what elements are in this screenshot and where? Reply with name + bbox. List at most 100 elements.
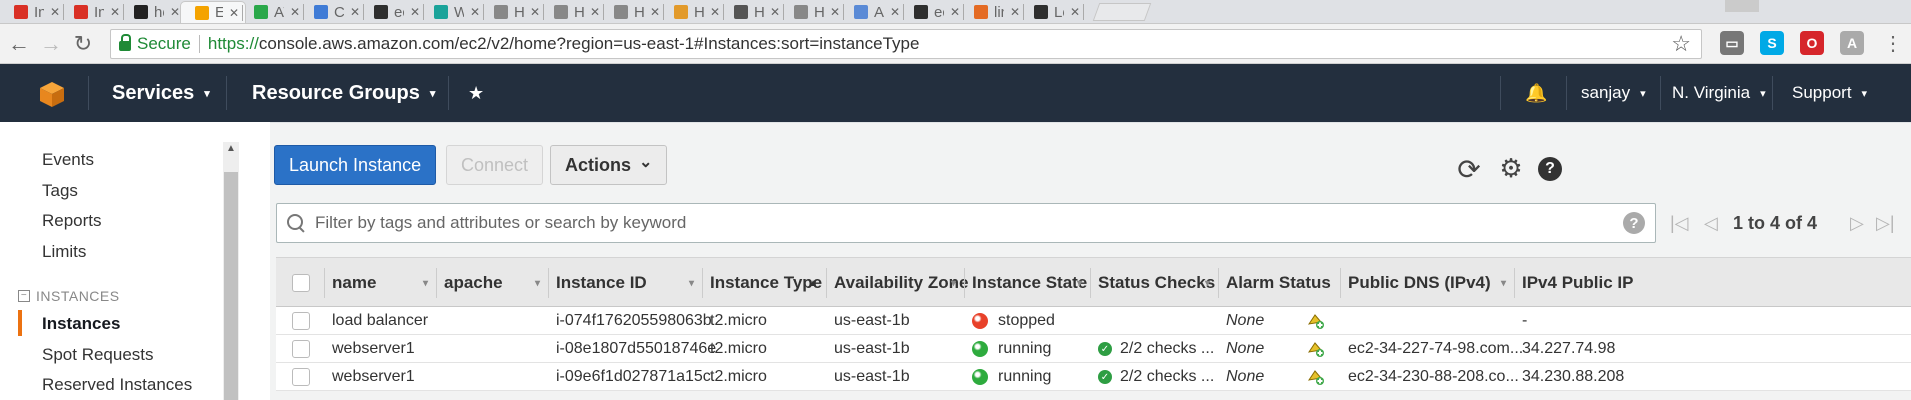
create-alarm-icon[interactable] <box>1306 311 1326 331</box>
close-tab-icon[interactable]: ✕ <box>530 5 540 19</box>
column-header-instance-type[interactable]: Instance Type ▲ <box>702 258 826 308</box>
close-tab-icon[interactable]: ✕ <box>290 5 300 19</box>
aws-logo-icon[interactable] <box>38 80 66 108</box>
browser-tab[interactable]: Lo ✕ <box>1020 1 1086 23</box>
filter-search-box[interactable]: ? <box>276 203 1656 243</box>
close-tab-icon[interactable]: ✕ <box>110 5 120 19</box>
table-row[interactable]: webserver1 i-08e1807d55018746e t2.micro us-… <box>276 335 1911 363</box>
close-tab-icon[interactable]: ✕ <box>229 6 239 20</box>
column-header-public-dns[interactable]: Public DNS (IPv4) ▾ <box>1340 258 1514 308</box>
opera-icon[interactable]: O <box>1800 31 1824 55</box>
browser-tab[interactable]: ec ✕ <box>360 1 426 23</box>
browser-tab[interactable]: Inbox ✕ <box>60 1 126 23</box>
browser-tab[interactable]: AWS ✕ <box>240 1 306 23</box>
user-menu[interactable]: sanjay ▾ <box>1581 64 1646 122</box>
close-tab-icon[interactable]: ✕ <box>770 5 780 19</box>
bell-icon[interactable]: 🔔 <box>1525 64 1547 122</box>
bookmark-star-icon[interactable]: ☆ <box>1671 31 1691 57</box>
close-tab-icon[interactable]: ✕ <box>470 5 480 19</box>
last-page-icon[interactable]: ▷| <box>1876 213 1895 234</box>
close-tab-icon[interactable]: ✕ <box>50 5 60 19</box>
browser-tab[interactable]: He ✕ <box>720 1 786 23</box>
browser-tab[interactable]: Inbox ✕ <box>0 1 66 23</box>
close-tab-icon[interactable]: ✕ <box>170 5 180 19</box>
row-checkbox[interactable] <box>292 368 310 386</box>
close-tab-icon[interactable]: ✕ <box>890 5 900 19</box>
launch-instance-button[interactable]: Launch Instance <box>274 145 437 185</box>
close-tab-icon[interactable]: ✕ <box>710 5 720 19</box>
sidebar-item-reserved-instances[interactable]: Reserved Instances <box>42 375 192 395</box>
prev-page-icon[interactable]: ◁ <box>1704 213 1718 234</box>
region-menu[interactable]: N. Virginia ▾ <box>1672 64 1766 122</box>
close-tab-icon[interactable]: ✕ <box>1010 5 1020 19</box>
sidebar-item-tags[interactable]: Tags <box>42 181 78 201</box>
column-header-instance-id[interactable]: Instance ID ▾ <box>548 258 702 308</box>
close-tab-icon[interactable]: ✕ <box>830 5 840 19</box>
browser-tab[interactable]: hellohello ✕ <box>120 1 186 23</box>
close-tab-icon[interactable]: ✕ <box>350 5 360 19</box>
sidebar-item-reports[interactable]: Reports <box>42 211 102 231</box>
connect-button[interactable]: Connect <box>446 145 544 185</box>
close-tab-icon[interactable]: ✕ <box>1070 5 1080 19</box>
sidebar-item-limits[interactable]: Limits <box>42 242 86 262</box>
collapse-section-icon[interactable]: − <box>18 290 30 302</box>
row-checkbox[interactable] <box>292 340 310 358</box>
sidebar-item-events[interactable]: Events <box>42 150 94 170</box>
create-alarm-icon[interactable] <box>1306 367 1326 387</box>
skype-icon[interactable]: S <box>1760 31 1784 55</box>
resource-groups-menu[interactable]: Resource Groups ▾ <box>252 64 435 122</box>
help-icon[interactable]: ? <box>1538 157 1562 181</box>
dns-value[interactable]: ec2-34-227-74-98.com... <box>1348 340 1523 358</box>
pin-icon[interactable]: ★ <box>468 64 484 122</box>
column-header-instance-state[interactable]: Instance State ▾ <box>964 258 1090 308</box>
refresh-icon[interactable]: ⟳ <box>1454 153 1484 186</box>
sidebar-scrollbar-thumb[interactable] <box>224 172 238 400</box>
browser-tab[interactable]: Cr ✕ <box>300 1 366 23</box>
browser-tab[interactable]: He ✕ <box>480 1 546 23</box>
forward-button[interactable]: → <box>38 30 64 58</box>
support-menu[interactable]: Support ▾ <box>1792 64 1867 122</box>
column-header-name[interactable]: name ▾ <box>324 258 436 308</box>
close-tab-icon[interactable]: ✕ <box>590 5 600 19</box>
create-alarm-icon[interactable] <box>1306 339 1326 359</box>
table-row[interactable]: webserver1 i-09e6f1d027871a15c t2.micro us-… <box>276 363 1911 391</box>
filter-help-icon[interactable]: ? <box>1623 212 1645 234</box>
select-all-checkbox[interactable] <box>292 274 310 292</box>
services-menu[interactable]: Services ▾ <box>112 64 210 122</box>
window-minimize-button[interactable] <box>1725 0 1759 12</box>
browser-tab[interactable]: Ap ✕ <box>840 1 906 23</box>
browser-tab[interactable]: W ✕ <box>420 1 486 23</box>
filter-input[interactable] <box>315 213 1623 233</box>
actions-button[interactable]: Actions ⌄ <box>550 145 668 185</box>
dns-value[interactable]: ec2-34-230-88-208.co... <box>1348 368 1519 386</box>
reload-button[interactable]: ↻ <box>70 30 96 58</box>
back-button[interactable]: ← <box>6 30 32 58</box>
scroll-up-icon[interactable]: ▲ <box>223 143 239 154</box>
pdf-icon[interactable]: A <box>1840 31 1864 55</box>
browser-tab[interactable]: He ✕ <box>780 1 846 23</box>
browser-tab[interactable]: He ✕ <box>660 1 726 23</box>
column-header-alarm-status[interactable]: Alarm Status <box>1218 258 1340 308</box>
sidebar-section-instances[interactable]: − INSTANCES <box>18 288 120 304</box>
browser-tab[interactable]: EC2 Management Console ✕ <box>180 1 246 23</box>
gear-icon[interactable]: ⚙ <box>1496 153 1526 184</box>
first-page-icon[interactable]: |◁ <box>1670 213 1689 234</box>
sidebar-item-instances[interactable]: Instances <box>42 314 120 334</box>
close-tab-icon[interactable]: ✕ <box>650 5 660 19</box>
column-header-ipv4-public-ip[interactable]: IPv4 Public IP <box>1514 258 1664 308</box>
browser-tab[interactable]: He ✕ <box>540 1 606 23</box>
close-tab-icon[interactable]: ✕ <box>410 5 420 19</box>
sidebar-item-spot-requests[interactable]: Spot Requests <box>42 345 154 365</box>
column-header-availability-zone[interactable]: Availability Zone ▾ <box>826 258 968 308</box>
row-checkbox[interactable] <box>292 312 310 330</box>
close-tab-icon[interactable]: ✕ <box>950 5 960 19</box>
browser-tab[interactable]: lin ✕ <box>960 1 1026 23</box>
browser-menu-icon[interactable]: ⋮ <box>1880 30 1906 58</box>
column-header-status-checks[interactable]: Status Checks ▾ <box>1090 258 1218 308</box>
browser-tab[interactable]: ec ✕ <box>900 1 966 23</box>
new-tab-button[interactable] <box>1092 3 1152 21</box>
table-row[interactable]: load balancer i-074f176205598063b t2.micro… <box>276 307 1911 335</box>
column-header-apache[interactable]: apache ▾ <box>436 258 548 308</box>
next-page-icon[interactable]: ▷ <box>1850 213 1864 234</box>
address-bar[interactable]: Secure https://console.aws.amazon.com/ec… <box>110 29 1702 59</box>
